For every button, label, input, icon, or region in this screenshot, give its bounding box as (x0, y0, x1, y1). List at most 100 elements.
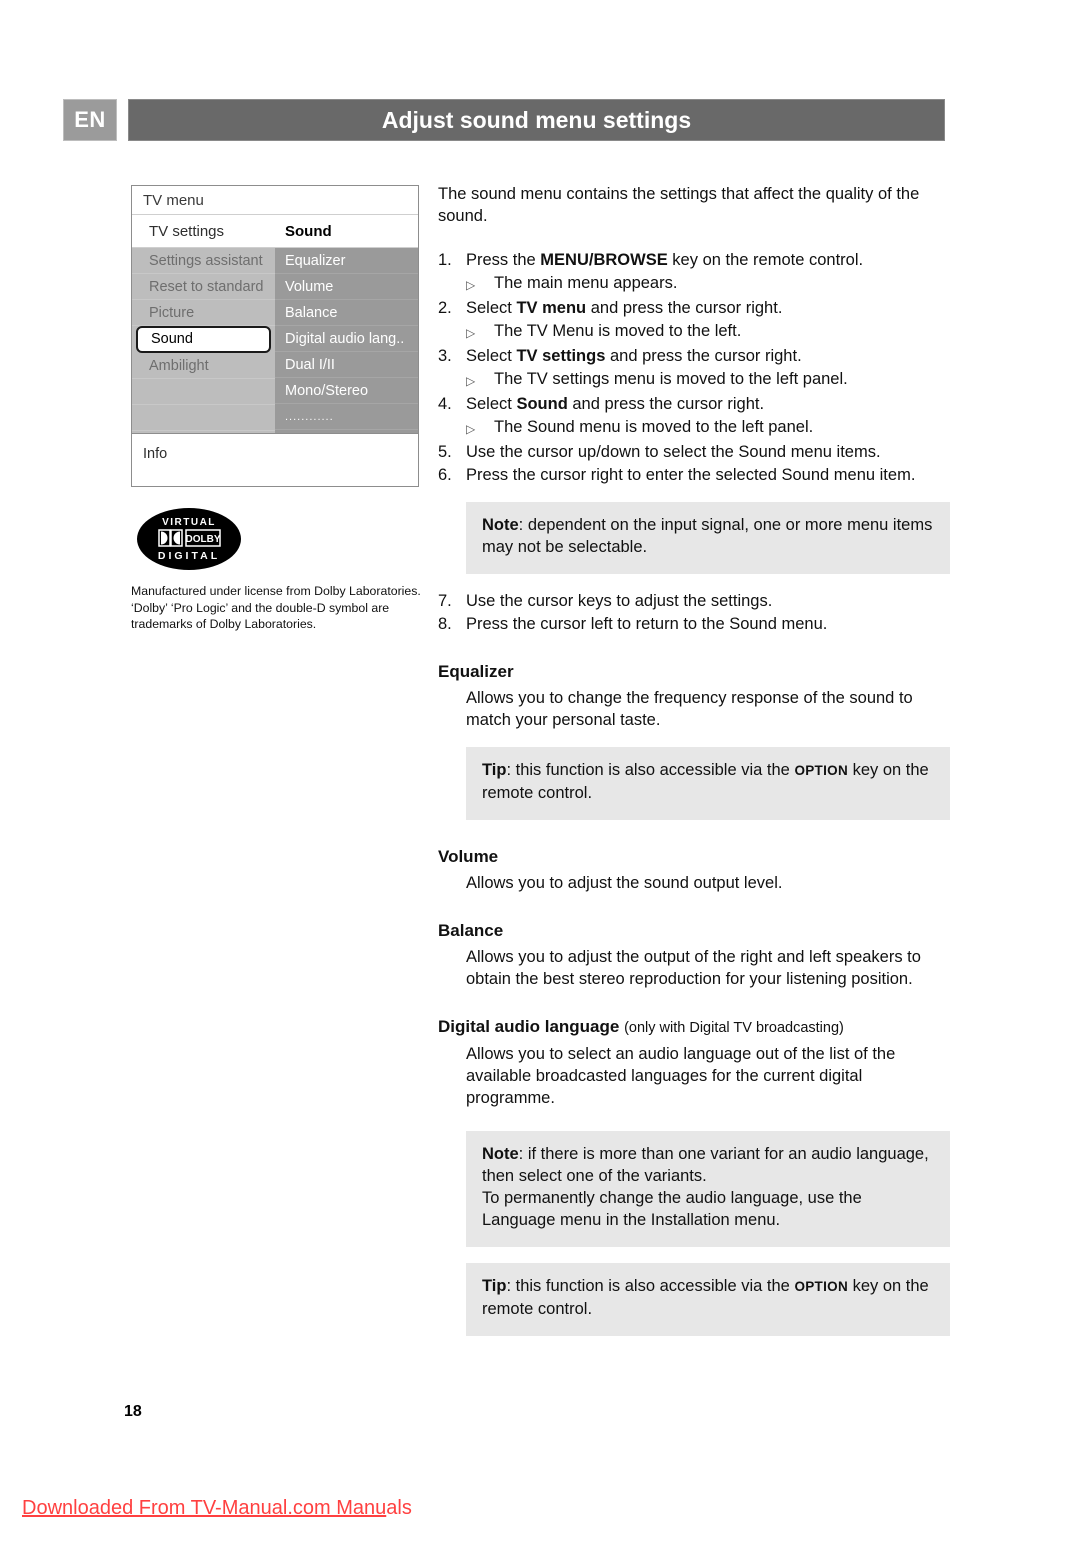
step-3-number: 3. (438, 347, 452, 365)
tip-1-key: OPTION (794, 763, 848, 778)
dolby-digital-logo-icon: VIRTUAL DOLBY DIGITAL (137, 508, 241, 570)
section-heading-digital-audio-language: Digital audio language (only with Digita… (438, 1016, 950, 1039)
tv-menu-title: TV menu (132, 186, 418, 215)
step-1-post: key on the remote control. (667, 251, 864, 269)
note-2-label: Note (482, 1145, 519, 1163)
result-arrow-icon: ▷ (466, 278, 476, 292)
breadcrumb-right: Sound (285, 223, 332, 240)
step-4-result-text: The Sound menu is moved to the left pane… (494, 418, 814, 436)
tv-menu-panels: Settings assistant Reset to standard Pic… (132, 248, 418, 433)
step-4-text: Select Sound and press the cursor right. (466, 393, 950, 415)
step-1-text: Press the MENU/BROWSE key on the remote … (466, 249, 950, 271)
step-4-number: 4. (438, 395, 452, 413)
section-body-digital-audio-language: Allows you to select an audio language o… (466, 1045, 896, 1107)
tv-menu-left-panel: Settings assistant Reset to standard Pic… (132, 248, 275, 433)
result-arrow-icon: ▷ (466, 326, 476, 340)
download-watermark-plain: als (386, 1497, 412, 1519)
menu-item-reset-to-standard[interactable]: Reset to standard (132, 274, 275, 300)
menu-item-picture[interactable]: Picture (132, 300, 275, 326)
step-3-result-text: The TV settings menu is moved to the lef… (494, 370, 848, 388)
step-5-number: 5. (438, 443, 452, 461)
step-3-key: TV settings (516, 347, 606, 365)
sound-item-dual-i-ii[interactable]: Dual I/II (275, 352, 418, 378)
note-1-label: Note (482, 516, 519, 534)
step-2-text: Select TV menu and press the cursor righ… (466, 297, 950, 319)
step-8-number: 8. (438, 615, 452, 633)
section-heading-equalizer: Equalizer (438, 662, 514, 681)
sound-item-more-dots[interactable]: ............ (275, 404, 418, 430)
tv-menu-breadcrumb: TV settings Sound (132, 215, 418, 248)
sound-item-equalizer[interactable]: Equalizer (275, 248, 418, 274)
download-watermark[interactable]: Downloaded From TV-Manual.com Manuals (22, 1497, 412, 1520)
step-7: 7. Use the cursor keys to adjust the set… (438, 590, 950, 612)
intro-paragraph: The sound menu contains the settings tha… (438, 185, 920, 225)
tip-2-label: Tip (482, 1277, 507, 1295)
dolby-logo-top-text: VIRTUAL (162, 517, 216, 528)
tip-2-pre: : this function is also accessible via t… (506, 1277, 795, 1295)
step-4-key: Sound (516, 395, 568, 413)
section-body-balance: Allows you to adjust the output of the r… (466, 948, 921, 988)
step-3: 3. Select TV settings and press the curs… (438, 345, 950, 367)
step-1-result: ▷ The main menu appears. (438, 272, 950, 296)
step-1-result-text: The main menu appears. (494, 274, 678, 292)
tip-2-key: OPTION (794, 1279, 848, 1294)
section-heading-balance: Balance (438, 921, 504, 940)
sound-item-mono-stereo[interactable]: Mono/Stereo (275, 378, 418, 404)
menu-item-ambilight[interactable]: Ambilight (132, 353, 275, 379)
step-4-result: ▷ The Sound menu is moved to the left pa… (438, 416, 950, 440)
step-2-result: ▷ The TV Menu is moved to the left. (438, 320, 950, 344)
step-7-number: 7. (438, 592, 452, 610)
tip-1-pre: : this function is also accessible via t… (506, 761, 795, 779)
step-6-text: Press the cursor right to enter the sele… (466, 466, 916, 484)
section-body-equalizer: Allows you to change the frequency respo… (466, 689, 913, 729)
dal-heading-main: Digital audio language (438, 1017, 620, 1036)
tv-menu-right-panel: Equalizer Volume Balance Digital audio l… (275, 248, 418, 433)
step-6: 6. Press the cursor right to enter the s… (438, 464, 950, 486)
note-1-text: : dependent on the input signal, one or … (482, 516, 933, 556)
step-1: 1. Press the MENU/BROWSE key on the remo… (438, 249, 950, 271)
step-2-number: 2. (438, 299, 452, 317)
tip-callout-2: Tip: this function is also accessible vi… (466, 1263, 950, 1336)
step-3-result: ▷ The TV settings menu is moved to the l… (438, 368, 950, 392)
step-4-post: and press the cursor right. (567, 395, 765, 413)
procedure-steps: 1. Press the MENU/BROWSE key on the remo… (438, 249, 950, 486)
page-number: 18 (124, 1403, 142, 1420)
menu-item-empty-2 (132, 405, 275, 431)
main-content: The sound menu contains the settings tha… (438, 183, 950, 1352)
step-4: 4. Select Sound and press the cursor rig… (438, 393, 950, 415)
step-2-result-text: The TV Menu is moved to the left. (494, 322, 742, 340)
dolby-logo-mid-text: DOLBY (186, 534, 221, 545)
dal-heading-suffix: (only with Digital TV broadcasting) (624, 1020, 844, 1036)
dolby-trademark-notice: Manufactured under license from Dolby La… (131, 584, 421, 631)
language-badge: EN (63, 99, 117, 141)
menu-item-settings-assistant[interactable]: Settings assistant (132, 248, 275, 274)
step-6-number: 6. (438, 466, 452, 484)
tv-menu-info-label: Info (132, 433, 418, 485)
step-2-key: TV menu (516, 299, 587, 317)
download-watermark-underlined: Downloaded From TV-Manual.com Manu (22, 1497, 387, 1519)
breadcrumb-left: TV settings (149, 223, 225, 240)
step-7-text: Use the cursor keys to adjust the settin… (466, 592, 773, 610)
sound-item-volume[interactable]: Volume (275, 274, 418, 300)
tip-callout-1: Tip: this function is also accessible vi… (466, 747, 950, 820)
step-4-pre: Select (466, 395, 517, 413)
step-1-number: 1. (438, 251, 452, 269)
sound-item-balance[interactable]: Balance (275, 300, 418, 326)
note-callout-1: Note: dependent on the input signal, one… (466, 502, 950, 574)
page-header: EN Adjust sound menu settings (63, 99, 945, 141)
step-8-text: Press the cursor left to return to the S… (466, 615, 828, 633)
result-arrow-icon: ▷ (466, 422, 476, 436)
step-2: 2. Select TV menu and press the cursor r… (438, 297, 950, 319)
result-arrow-icon: ▷ (466, 374, 476, 388)
step-2-pre: Select (466, 299, 517, 317)
section-body-volume: Allows you to adjust the sound output le… (466, 874, 783, 892)
step-5: 5. Use the cursor up/down to select the … (438, 441, 950, 463)
step-2-post: and press the cursor right. (586, 299, 783, 317)
section-heading-volume: Volume (438, 847, 499, 866)
menu-item-sound-selected[interactable]: Sound (136, 326, 271, 353)
dolby-logo-bottom-text: DIGITAL (158, 550, 220, 562)
step-3-pre: Select (466, 347, 517, 365)
dolby-logo-wrapper: VIRTUAL DOLBY DIGITAL (137, 508, 241, 570)
sound-item-digital-audio-language[interactable]: Digital audio lang.. (275, 326, 418, 352)
step-5-text: Use the cursor up/down to select the Sou… (466, 443, 881, 461)
